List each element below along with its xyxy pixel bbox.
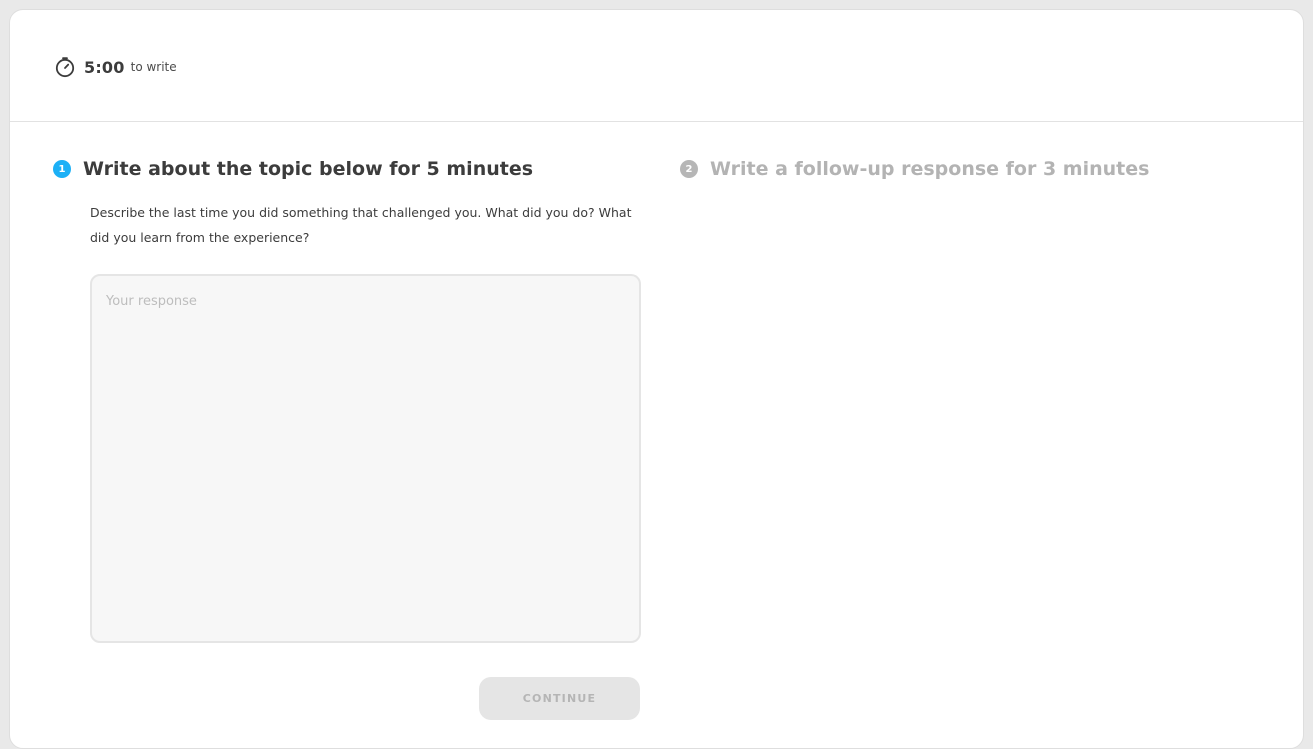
stopwatch-icon (55, 57, 75, 78)
step-2-header: 2 Write a follow-up response for 3 minut… (680, 158, 1149, 180)
timer-suffix: to write (130, 60, 177, 74)
writing-card: 5:00 to write 1 Write about the topic be… (9, 9, 1304, 749)
step-2-section: 2 Write a follow-up response for 3 minut… (680, 158, 1149, 180)
topic-prompt: Describe the last time you did something… (90, 205, 632, 245)
step-1-section: 1 Write about the topic below for 5 minu… (53, 158, 643, 643)
step-2-number-badge: 2 (680, 160, 698, 178)
timer: 5:00 to write (54, 56, 177, 78)
main-content: 1 Write about the topic below for 5 minu… (10, 122, 1303, 742)
timer-value: 5:00 (84, 57, 125, 77)
step-2-title: Write a follow-up response for 3 minutes (710, 158, 1150, 180)
step-1-number-badge: 1 (53, 160, 71, 178)
step-1-header: 1 Write about the topic below for 5 minu… (53, 158, 643, 180)
timer-header: 5:00 to write (10, 10, 1303, 122)
step-1-title: Write about the topic below for 5 minute… (83, 158, 534, 180)
response-textarea[interactable] (90, 274, 641, 643)
continue-button[interactable]: CONTINUE (479, 677, 640, 720)
